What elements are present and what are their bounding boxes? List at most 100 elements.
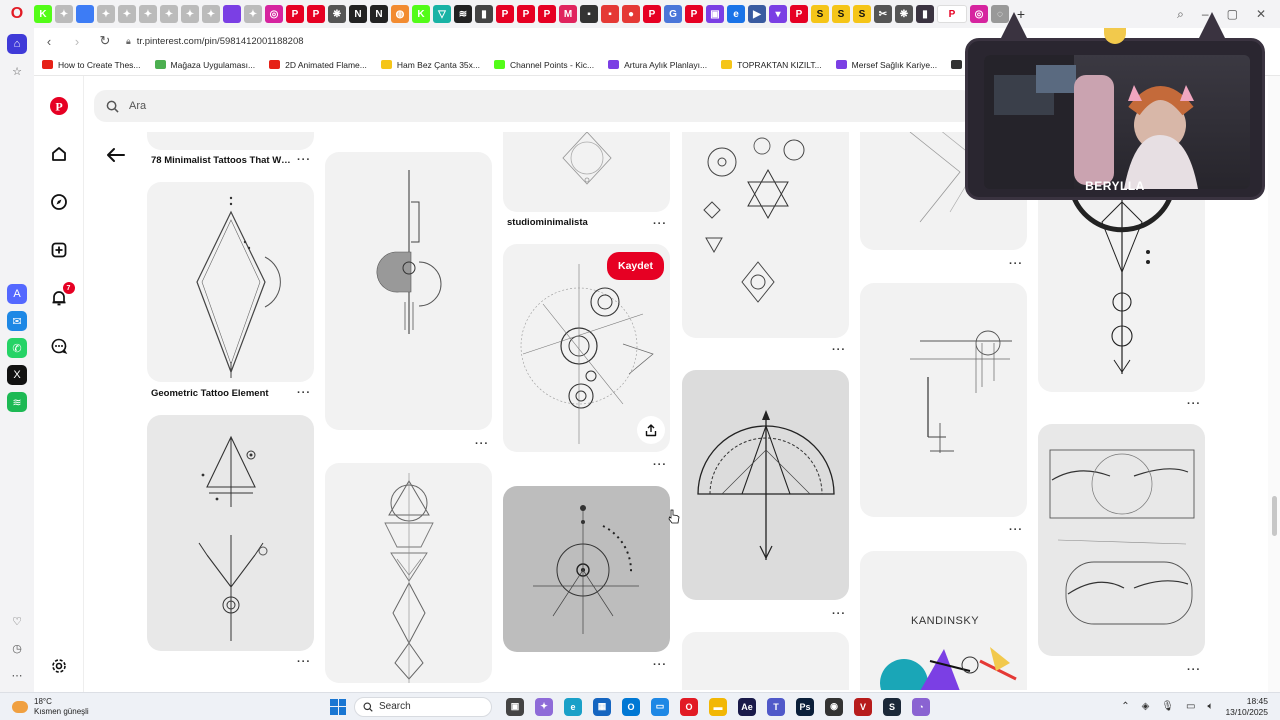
tab-generic[interactable]: ✦ [97,5,115,23]
tab-translate[interactable]: G [664,5,682,23]
search-bar[interactable]: Ara [94,90,974,122]
tab-yellow[interactable]: S [811,5,829,23]
history-icon[interactable]: ◷ [7,638,27,658]
messages-icon[interactable] [47,334,71,358]
teams-icon[interactable]: T [767,697,785,716]
bookmark-item[interactable]: Channel Points - Kic... [494,60,594,70]
tab-dark[interactable]: ▪ [580,5,598,23]
tab-orange[interactable]: ◍ [391,5,409,23]
opera-icon[interactable]: O [680,697,698,716]
bookmark-item[interactable]: 2D Animated Flame... [269,60,367,70]
tab-instagram[interactable]: ◎ [265,5,283,23]
tab-edge[interactable]: e [727,5,745,23]
more-icon[interactable]: ⋯ [7,665,27,685]
tab-blue[interactable]: ▶ [748,5,766,23]
search-input[interactable]: Ara [129,100,146,112]
pin-card-guitar[interactable] [325,152,492,430]
tab-generic[interactable]: ✦ [244,5,262,23]
more-options-icon[interactable]: ··· [832,344,846,356]
forward-icon[interactable]: › [70,34,84,49]
page-scrollbar[interactable] [1268,76,1280,692]
more-options-icon[interactable]: ··· [297,154,311,166]
pin-caption[interactable]: Geometric Tattoo Element [151,388,291,399]
tab-twitch[interactable]: ▾ [769,5,787,23]
tab-dark[interactable]: ≋ [454,5,472,23]
pin-card-kandinsky[interactable]: KANDINSKY [860,551,1027,690]
search-tabs-icon[interactable]: ⌕ [1177,7,1184,22]
more-options-icon[interactable]: ··· [1187,398,1201,410]
bookmark-item[interactable]: Artura Aylık Planlayı... [608,60,707,70]
save-button[interactable]: Kaydet [607,252,665,280]
notifications-icon[interactable]: 7 [47,282,75,310]
settings-icon[interactable] [47,654,71,678]
bookmark-item[interactable]: How to Create Thes... [42,60,141,70]
edge-icon[interactable]: e [564,697,582,716]
messenger-icon[interactable]: ✉ [7,311,27,331]
clock[interactable]: 18:45 13/10/2025 [1225,696,1268,718]
more-options-icon[interactable]: ··· [297,656,311,668]
tab-notion[interactable]: N [370,5,388,23]
close-icon[interactable]: ✕ [1256,7,1266,22]
tab-red[interactable]: ● [622,5,640,23]
back-arrow-button[interactable] [104,145,128,165]
tab-active-pinterest[interactable]: P [937,5,967,23]
share-button[interactable] [637,416,665,444]
tab-generic[interactable]: ✦ [160,5,178,23]
copilot-icon[interactable]: ✦ [535,697,553,716]
tab-kick[interactable]: K [412,5,430,23]
task-view-icon[interactable]: ▣ [506,697,524,716]
tab-kick[interactable]: K [34,5,52,23]
after-effects-icon[interactable]: Ae [738,697,756,716]
pin-card-minimal[interactable] [503,132,670,212]
pin-card-creation-of-adam[interactable] [1038,424,1205,656]
pin-card-compass-arrow[interactable] [682,370,849,600]
pin-card-sacred-geometry[interactable] [682,132,849,338]
create-icon[interactable] [47,238,71,262]
more-options-icon[interactable]: ··· [475,438,489,450]
more-options-icon[interactable]: ··· [1009,524,1023,536]
tray-expand-icon[interactable]: ⌃ [1121,701,1129,712]
pin-card-lines[interactable] [860,283,1027,517]
bookmark-item[interactable]: Mağaza Uygulaması... [154,60,255,70]
scrollbar-thumb[interactable] [1272,496,1277,536]
tab-purple[interactable] [223,5,241,23]
home-workspace-icon[interactable]: ⌂ [7,34,27,54]
tab-gmail[interactable]: M [559,5,577,23]
home-icon[interactable] [47,142,71,166]
tab-dark[interactable]: ▮ [475,5,493,23]
file-explorer-icon[interactable]: ▬ [709,697,727,716]
steam-icon[interactable]: S [883,697,901,716]
pin-caption[interactable]: studiominimalista [507,217,647,228]
tab-yellow[interactable]: S [832,5,850,23]
maximize-icon[interactable]: ▢ [1227,7,1238,22]
valorant-icon[interactable]: V [854,697,872,716]
bookmark-item[interactable]: TOPRAKTAN KIZILT... [721,60,822,70]
tab-pinterest[interactable]: P [496,5,514,23]
opera-logo-icon[interactable]: O [0,0,34,28]
pin-card-planet[interactable] [503,486,670,652]
tab-pinterest[interactable]: P [286,5,304,23]
discord-icon[interactable]: ◔ [912,697,930,716]
pin-card[interactable] [147,132,314,150]
pin-caption[interactable]: 78 Minimalist Tattoos That Will... [151,155,291,166]
more-options-icon[interactable]: ··· [297,387,311,399]
taskbar-search[interactable]: Search [354,696,492,717]
display-icon[interactable]: ▭ [1186,701,1195,712]
reload-icon[interactable]: ↻ [98,33,112,49]
network-icon[interactable]: ◈ [1142,701,1150,712]
volume-icon[interactable]: 🔈︎ [1207,701,1213,712]
more-options-icon[interactable]: ··· [653,659,667,671]
tab-generic[interactable]: ✦ [55,5,73,23]
pinterest-logo-icon[interactable]: P [47,94,71,118]
back-icon[interactable]: ‹ [42,34,56,49]
tab-red[interactable]: ▪ [601,5,619,23]
more-options-icon[interactable]: ··· [1187,664,1201,676]
pin-card-triangle-stack[interactable] [325,463,492,683]
more-options-icon[interactable]: ··· [1009,258,1023,270]
aria-icon[interactable]: A [7,284,27,304]
tab-generic[interactable]: ✦ [202,5,220,23]
tab-openai[interactable]: ❋ [895,5,913,23]
tab-generic[interactable]: ✦ [118,5,136,23]
start-button-icon[interactable] [330,698,346,715]
more-options-icon[interactable]: ··· [653,218,667,230]
